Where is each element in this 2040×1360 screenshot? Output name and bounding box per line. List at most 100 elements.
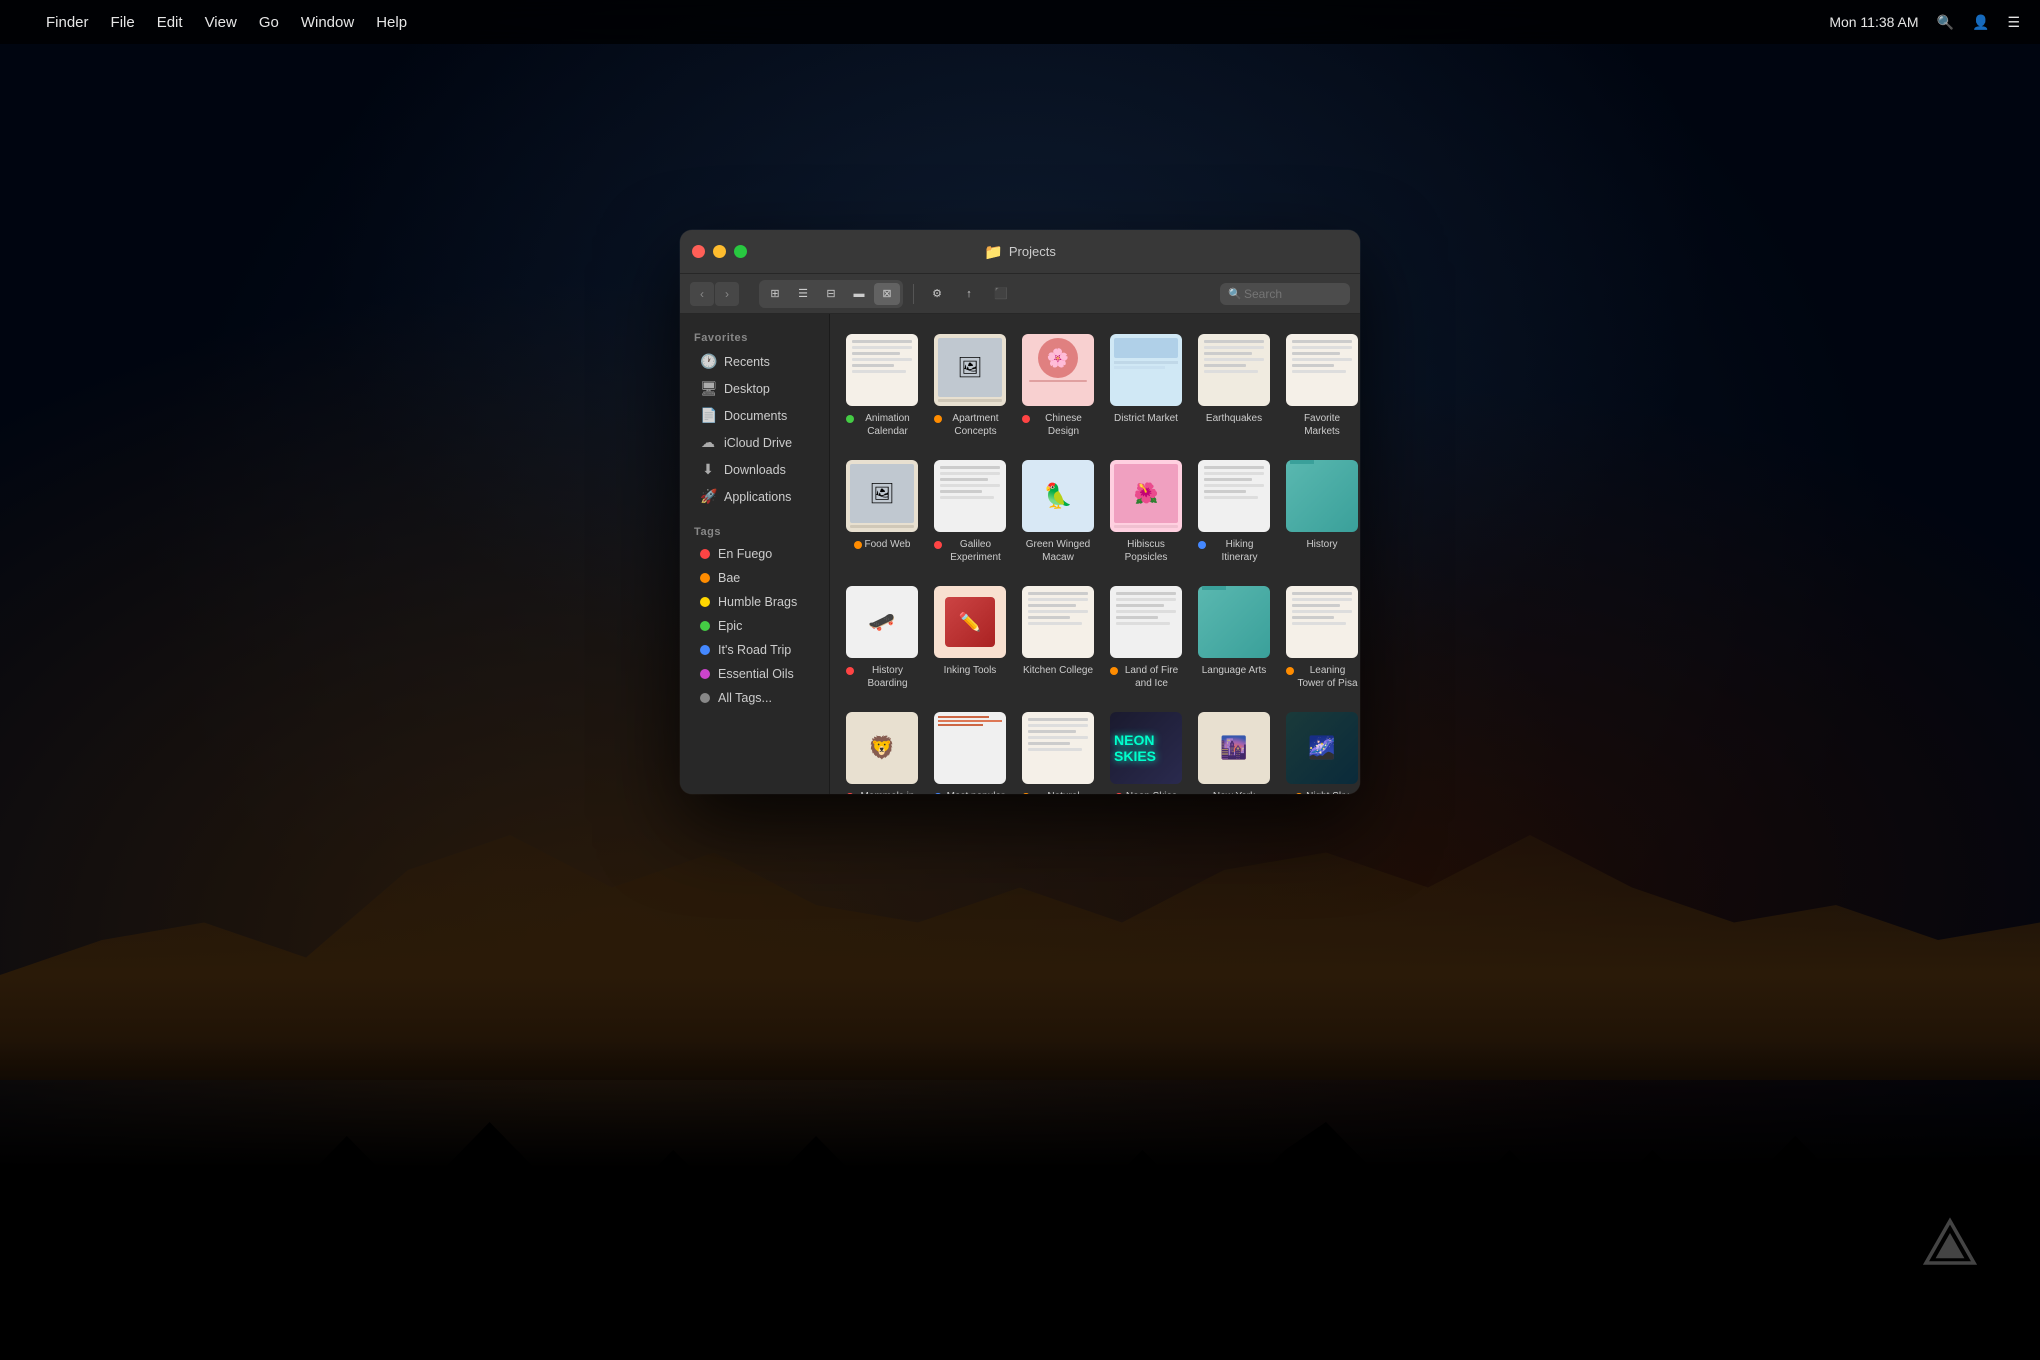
search-input[interactable] — [1220, 283, 1350, 305]
file-item-kitchen-college[interactable]: Kitchen College — [1018, 580, 1098, 696]
file-item-hibiscus-popsicles[interactable]: 🌺 Hibiscus Popsicles — [1106, 454, 1186, 570]
file-name-label: Animation Calendar — [857, 412, 918, 438]
file-item-favorite-markets[interactable]: Favorite Markets — [1282, 328, 1360, 444]
menubar-search-icon[interactable]: 🔍 — [1937, 14, 1954, 31]
file-thumbnail: 🖼 — [934, 334, 1006, 406]
file-name-label: Food Web — [865, 538, 911, 551]
file-name-label: Chinese Design — [1033, 412, 1094, 438]
file-name-label: Most popular Skate Parks — [945, 790, 1006, 794]
verge-watermark — [1920, 1215, 1980, 1280]
sidebar-tag-essential-oils[interactable]: Essential Oils — [686, 662, 823, 686]
file-item-land-of-fire-and-ice[interactable]: Land of Fire and Ice — [1106, 580, 1186, 696]
file-item-green-winged-macaw[interactable]: 🦜Green Winged Macaw — [1018, 454, 1098, 570]
sidebar-item-applications-label: Applications — [724, 490, 791, 504]
file-item-chinese-design[interactable]: 🌸 Chinese Design — [1018, 328, 1098, 444]
menubar-right: Mon 11:38 AM 🔍 👤 ☰ — [1829, 14, 2020, 31]
view-mode-buttons: ⊞ ☰ ⊟ ▬ ⊠ — [759, 280, 903, 308]
file-item-earthquakes[interactable]: Earthquakes — [1194, 328, 1274, 444]
gallery-view-button[interactable]: ▬ — [846, 283, 872, 305]
file-item-district-market[interactable]: District Market — [1106, 328, 1186, 444]
sidebar-item-documents[interactable]: 📄 Documents — [686, 402, 823, 429]
file-thumbnail — [1198, 334, 1270, 406]
file-item-neon-skies[interactable]: NEON SKIES Neon Skies — [1106, 706, 1186, 794]
file-item-leaning-tower-of-pisa[interactable]: Leaning Tower of Pisa — [1282, 580, 1360, 696]
essential-oils-dot — [700, 669, 710, 679]
sidebar-tag-bae[interactable]: Bae — [686, 566, 823, 590]
menu-edit[interactable]: Edit — [157, 14, 183, 31]
tags-section-title: Tags — [680, 520, 829, 542]
file-item-mammals-in-africa[interactable]: 🦁Mammals in Africa — [842, 706, 922, 794]
sidebar-tag-epic[interactable]: Epic — [686, 614, 823, 638]
file-item-animation-calendar[interactable]: Animation Calendar — [842, 328, 922, 444]
maximize-button[interactable] — [734, 245, 747, 258]
sidebar-item-icloud[interactable]: ☁ iCloud Drive — [686, 429, 823, 456]
sidebar-item-downloads-label: Downloads — [724, 463, 786, 477]
file-item-inking-tools[interactable]: ✏️ Inking Tools — [930, 580, 1010, 696]
file-tag-dot — [1286, 667, 1294, 675]
file-item-apartment-concepts[interactable]: 🖼 Apartment Concepts — [930, 328, 1010, 444]
file-item-night-sky[interactable]: 🌌Night Sky — [1282, 706, 1360, 794]
file-name-label: Hiking Itinerary — [1209, 538, 1270, 564]
sidebar-tag-road-trip[interactable]: It's Road Trip — [686, 638, 823, 662]
window-title: 📁 Projects — [984, 243, 1056, 261]
sidebar-item-desktop[interactable]: 🖥 Desktop — [686, 375, 823, 402]
sidebar-tag-en-fuego[interactable]: En Fuego — [686, 542, 823, 566]
grid-view-button[interactable]: ⊠ — [874, 283, 900, 305]
action-button[interactable]: ⚙ — [924, 283, 950, 305]
list-view-button[interactable]: ☰ — [790, 283, 816, 305]
file-tag-dot — [1295, 793, 1303, 794]
file-tag-dot — [854, 541, 862, 549]
file-tag-dot — [934, 793, 942, 794]
file-thumbnail — [1286, 460, 1358, 532]
nav-arrows: ‹ › — [690, 282, 739, 306]
file-item-new-york[interactable]: 🌆New York — [1194, 706, 1274, 794]
file-name-label: Green Winged Macaw — [1022, 538, 1094, 564]
file-tag-dot — [846, 415, 854, 423]
column-view-button[interactable]: ⊟ — [818, 283, 844, 305]
forward-button[interactable]: › — [715, 282, 739, 306]
tag-button[interactable]: ⬛ — [988, 283, 1014, 305]
file-item-history-boarding[interactable]: 🛹History Boarding — [842, 580, 922, 696]
traffic-lights — [692, 245, 747, 258]
sidebar-item-downloads[interactable]: ⬇ Downloads — [686, 456, 823, 483]
file-tag-dot — [846, 793, 854, 794]
menu-go[interactable]: Go — [259, 14, 279, 31]
menu-finder[interactable]: Finder — [46, 14, 89, 31]
menubar-user-icon[interactable]: 👤 — [1972, 14, 1989, 31]
menu-help[interactable]: Help — [376, 14, 407, 31]
downloads-icon: ⬇ — [700, 461, 716, 478]
icon-view-button[interactable]: ⊞ — [762, 283, 788, 305]
file-item-natural-history[interactable]: Natural History — [1018, 706, 1098, 794]
file-tag-dot — [846, 667, 854, 675]
sidebar-item-recents[interactable]: 🕐 Recents — [686, 348, 823, 375]
file-item-food-web[interactable]: 🖼 Food Web — [842, 454, 922, 570]
file-item-history[interactable]: History — [1282, 454, 1360, 570]
file-name-label: History — [1306, 538, 1337, 551]
sidebar-item-applications[interactable]: 🚀 Applications — [686, 483, 823, 510]
close-button[interactable] — [692, 245, 705, 258]
file-item-hiking-itinerary[interactable]: Hiking Itinerary — [1194, 454, 1274, 570]
menubar: Search Finder File Edit View Go Window H… — [0, 0, 2040, 44]
sidebar-tag-humble-brags[interactable]: Humble Brags — [686, 590, 823, 614]
file-thumbnail: 🖼 — [846, 460, 918, 532]
file-item-most-popular-skate-parks[interactable]: Most popular Skate Parks — [930, 706, 1010, 794]
menubar-left: Search Finder File Edit View Go Window H… — [20, 14, 407, 31]
file-thumbnail — [1286, 586, 1358, 658]
sidebar-tag-all-tags[interactable]: All Tags... — [686, 686, 823, 710]
finder-body: Favorites 🕐 Recents 🖥 Desktop 📄 Document… — [680, 314, 1360, 794]
tag-essential-oils-label: Essential Oils — [718, 667, 794, 681]
file-tag-dot — [1022, 793, 1030, 794]
back-button[interactable]: ‹ — [690, 282, 714, 306]
menubar-control-center[interactable]: ☰ — [2007, 14, 2020, 31]
file-item-galileo-experiment[interactable]: Galileo Experiment — [930, 454, 1010, 570]
minimize-button[interactable] — [713, 245, 726, 258]
file-name-label: Earthquakes — [1206, 412, 1262, 425]
file-tag-dot — [1198, 541, 1206, 549]
file-thumbnail: 🌸 — [1022, 334, 1094, 406]
menu-view[interactable]: View — [205, 14, 237, 31]
menu-window[interactable]: Window — [301, 14, 354, 31]
file-item-language-arts[interactable]: Language Arts — [1194, 580, 1274, 696]
epic-dot — [700, 621, 710, 631]
menu-file[interactable]: File — [111, 14, 135, 31]
share-button[interactable]: ↑ — [956, 283, 982, 305]
